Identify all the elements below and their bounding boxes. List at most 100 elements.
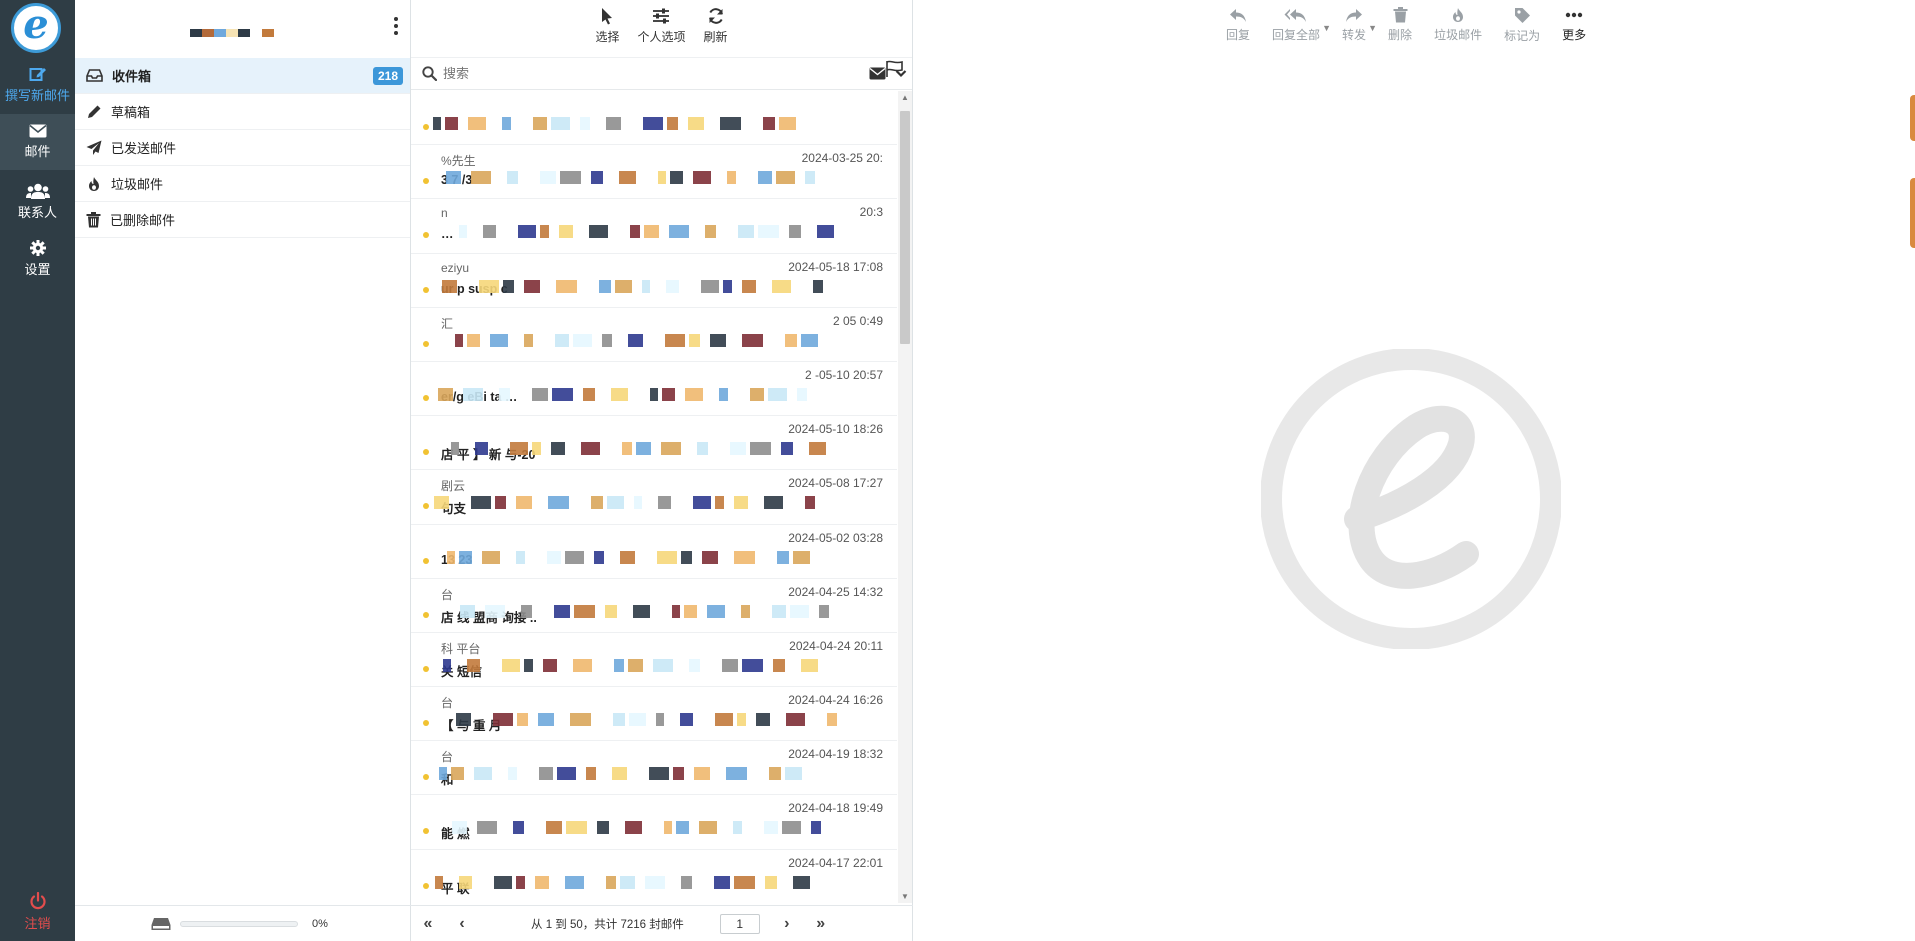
unread-dot — [423, 665, 429, 672]
delete-button[interactable]: 删除 — [1388, 7, 1412, 44]
unread-dot — [423, 828, 429, 835]
reply-button[interactable]: 回复 — [1226, 7, 1250, 44]
sliders-icon — [653, 8, 670, 24]
refresh-button[interactable]: 刷新 — [704, 7, 728, 57]
pencil-icon — [88, 105, 101, 118]
folder-trash[interactable]: 已删除邮件 — [75, 202, 410, 238]
page-number-input[interactable]: 1 — [719, 913, 760, 934]
quota-percent-label: 0% — [312, 917, 328, 930]
select-button[interactable]: 选择 — [595, 7, 619, 57]
message-date: 2 05 0:49 — [832, 313, 883, 328]
junk-button[interactable]: 垃圾邮件 — [1434, 7, 1482, 44]
message-date: 2024-04-24 16:26 — [788, 693, 883, 708]
more-label: 更多 — [1562, 28, 1587, 42]
logout-button[interactable]: 注销 — [0, 892, 75, 932]
folder-sent[interactable]: 已发送邮件 — [75, 130, 410, 166]
side-tab-bottom[interactable] — [1910, 178, 1915, 248]
account-menu-icon[interactable] — [394, 17, 398, 38]
unread-dot — [423, 232, 429, 239]
message-row[interactable]: 台 2024-04-25 14:32 店 线 盟商 询接 .. — [411, 579, 897, 633]
more-icon — [1565, 12, 1583, 18]
message-row[interactable]: 2024-04-18 19:49 能 燃 — [411, 795, 897, 850]
folder-drafts[interactable]: 草稿箱 — [75, 94, 410, 130]
redaction-blocks — [451, 442, 848, 456]
compose-button[interactable]: 撰写新邮件 — [0, 66, 75, 104]
mail-label: 邮件 — [24, 144, 51, 159]
message-row[interactable]: 2 -05-10 20:57er/g eBi ta … — [411, 362, 897, 417]
message-row[interactable]: %先生2024-03-25 20:3 7 /3 — [411, 145, 897, 200]
reply-all-button[interactable]: 回复全部 ▼ — [1272, 7, 1331, 44]
logo[interactable]: e — [11, 3, 61, 53]
message-row[interactable]: eziyu 2024-05-18 17:08 ur p susp c — [411, 254, 897, 308]
message-row[interactable]: 科 平台 2024-04-24 20:11 关 短信 — [411, 633, 897, 688]
compose-icon — [29, 68, 46, 81]
folder-pane-header — [75, 0, 410, 58]
message-date: 2024-04-19 18:32 — [788, 747, 883, 762]
mail-button[interactable]: 邮件 — [0, 114, 75, 170]
scroll-up-arrow[interactable]: ▲ — [901, 93, 909, 102]
power-icon — [29, 892, 46, 910]
message-date: 2024-05-08 17:27 — [788, 476, 883, 491]
side-tab-top[interactable] — [1910, 95, 1915, 141]
pagination-summary: 从 1 到 50，共计 7216 封邮件 — [531, 918, 684, 931]
message-date: 2024-05-18 17:08 — [788, 259, 883, 274]
redaction-blocks — [446, 171, 831, 185]
refresh-icon — [708, 8, 723, 24]
folder-label: 垃圾邮件 — [111, 177, 164, 192]
preview-pane: 回复 回复全部 ▼ 转发 ▼ 删除 垃圾邮件 标记为 更多 — [913, 0, 1915, 941]
message-row[interactable]: 台 2024-04-19 18:32 和 — [411, 741, 897, 796]
search-input[interactable] — [443, 66, 823, 81]
more-button[interactable]: 更多 — [1562, 7, 1586, 44]
fire-icon — [89, 176, 99, 191]
scrollbar-thumb[interactable] — [900, 111, 910, 344]
reply-icon — [1230, 9, 1246, 22]
message-row[interactable]: 汇 2 05 0:49 — [411, 308, 897, 362]
folder-label: 已删除邮件 — [110, 213, 176, 228]
search-icon[interactable] — [422, 66, 437, 81]
first-page-button[interactable]: « — [411, 915, 445, 933]
folder-inbox[interactable]: 收件箱 218 — [75, 58, 410, 94]
scroll-down-arrow[interactable]: ▼ — [901, 892, 909, 901]
redaction-blocks — [438, 387, 823, 401]
message-row[interactable]: 2024-04-17 22:01 平 联 — [411, 850, 897, 903]
redaction-blocks — [460, 604, 845, 618]
message-row[interactable]: 剧云 2024-05-08 17:27 句支 — [411, 470, 897, 525]
tag-icon — [1514, 8, 1530, 23]
list-options-button[interactable]: 个人选项 — [637, 7, 686, 57]
message-row[interactable] — [411, 91, 897, 146]
message-row[interactable]: n 20:3 … — [411, 199, 897, 254]
mark-button[interactable]: 标记为 — [1504, 7, 1540, 44]
forward-dropdown-icon[interactable]: ▼ — [1368, 23, 1377, 33]
message-row[interactable]: 台 2024-04-24 16:26 【 与 重 月 — [411, 687, 897, 742]
redaction-blocks — [435, 875, 832, 889]
folder-pane: 收件箱 218 草稿箱 已发送邮件 垃圾邮件 已删除邮件 0% — [75, 0, 411, 941]
flag-icon[interactable] — [885, 60, 904, 78]
quota-progress-bar — [180, 920, 298, 927]
message-row[interactable]: 2024-05-10 18:26 店 平 】 新 与-20 — [411, 416, 897, 471]
prev-page-button[interactable]: ‹ — [445, 915, 479, 933]
message-sender: n — [441, 206, 448, 221]
reply-all-dropdown-icon[interactable]: ▼ — [1322, 23, 1331, 33]
settings-button[interactable]: 设置 — [0, 240, 75, 278]
folder-junk[interactable]: 垃圾邮件 — [75, 166, 410, 202]
message-date: 20:3 — [859, 205, 883, 220]
forward-icon — [1346, 9, 1363, 22]
folder-label: 收件箱 — [112, 69, 152, 84]
message-row[interactable]: 2024-05-02 03:28 13 23 — [411, 525, 897, 579]
message-date: 2024-04-24 20:11 — [789, 638, 883, 653]
message-subject: … — [441, 227, 454, 242]
message-sender: 台 — [441, 587, 454, 602]
next-page-button[interactable]: › — [770, 915, 804, 933]
settings-label: 设置 — [24, 262, 51, 277]
message-list-scrollbar[interactable]: ▲ ▼ — [898, 91, 912, 903]
fire-icon — [1453, 8, 1464, 22]
contacts-button[interactable]: 联系人 — [0, 183, 75, 221]
contacts-label: 联系人 — [17, 205, 57, 220]
last-page-button[interactable]: » — [804, 915, 838, 933]
redaction-blocks — [442, 279, 827, 293]
list-toolbar: 选择 个人选项 刷新 — [411, 0, 912, 57]
envelope-filter-icon[interactable] — [869, 67, 886, 80]
forward-button[interactable]: 转发 ▼ — [1342, 7, 1377, 44]
refresh-label: 刷新 — [703, 30, 728, 44]
message-sender: 科 平台 — [441, 641, 481, 656]
